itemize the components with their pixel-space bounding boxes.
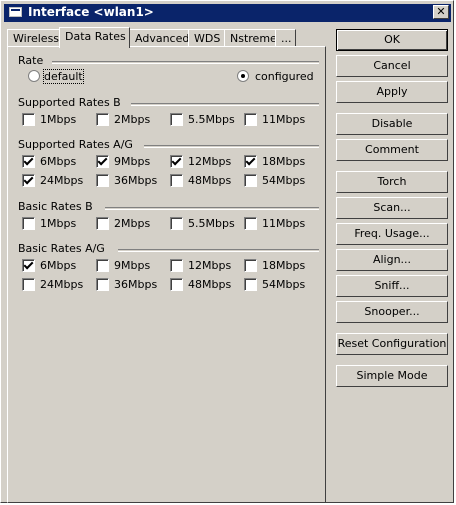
scan-button[interactable]: Scan...: [336, 197, 448, 219]
supported-b-label-2mbps: 2Mbps: [114, 113, 151, 126]
basic-ag-label-54mbps: 54Mbps: [262, 278, 306, 291]
supported-ag-label-12mbps: 12Mbps: [188, 155, 232, 168]
basic-ag-checkbox-9mbps[interactable]: [96, 259, 109, 272]
supported-ag-label-24mbps: 24Mbps: [40, 174, 84, 187]
supported-ag-label-36mbps: 36Mbps: [114, 174, 158, 187]
basic-ag-label-18mbps: 18Mbps: [262, 259, 306, 272]
basic-b-label-1mbps: 1Mbps: [40, 217, 77, 230]
rate-configured-label: configured: [255, 70, 314, 83]
supported-ag-label-48mbps: 48Mbps: [188, 174, 232, 187]
basic-ag-label-36mbps: 36Mbps: [114, 278, 158, 291]
align-button[interactable]: Align...: [336, 249, 448, 271]
simple-mode-button[interactable]: Simple Mode: [336, 365, 448, 387]
supported-b-label-11mbps: 11Mbps: [262, 113, 306, 126]
interface-window: Interface <wlan1> ✕ Wireless Data Rates …: [0, 0, 454, 503]
tab-advanced[interactable]: Advanced: [129, 29, 189, 47]
torch-button[interactable]: Torch: [336, 171, 448, 193]
rate-default-label: default: [43, 69, 84, 84]
supported-b-label-1mbps: 1Mbps: [40, 113, 77, 126]
rate-default-radio[interactable]: [28, 70, 40, 82]
supported-ag-checkbox-18mbps[interactable]: [244, 155, 257, 168]
basic-ag-checkbox-18mbps[interactable]: [244, 259, 257, 272]
supported-ag-checkbox-9mbps[interactable]: [96, 155, 109, 168]
supported-b-checkbox-1mbps[interactable]: [22, 113, 35, 126]
basic-ag-checkbox-12mbps[interactable]: [170, 259, 183, 272]
supported-b-checkbox-11mbps[interactable]: [244, 113, 257, 126]
supported-ag-checkbox-48mbps[interactable]: [170, 174, 183, 187]
basic-ag-checkbox-6mbps[interactable]: [22, 259, 35, 272]
comment-button[interactable]: Comment: [336, 139, 448, 161]
basic-b-group-title: Basic Rates B: [18, 200, 93, 213]
basic-b-checkbox-1mbps[interactable]: [22, 217, 35, 230]
apply-button[interactable]: Apply: [336, 81, 448, 103]
basic-ag-label-24mbps: 24Mbps: [40, 278, 84, 291]
ok-button[interactable]: OK: [336, 29, 448, 51]
tab-wds[interactable]: WDS: [188, 29, 225, 47]
basic-ag-label-9mbps: 9Mbps: [114, 259, 151, 272]
reset-configuration-button[interactable]: Reset Configuration: [336, 333, 448, 355]
basic-ag-divider: [118, 249, 319, 252]
basic-ag-group-title: Basic Rates A/G: [18, 242, 105, 255]
basic-b-checkbox-2mbps[interactable]: [96, 217, 109, 230]
basic-ag-checkbox-48mbps[interactable]: [170, 278, 183, 291]
supported-b-checkbox-2mbps[interactable]: [96, 113, 109, 126]
sniff-button[interactable]: Sniff...: [336, 275, 448, 297]
tab-nstreme[interactable]: Nstreme: [224, 29, 277, 47]
basic-ag-label-6mbps: 6Mbps: [40, 259, 77, 272]
basic-ag-checkbox-36mbps[interactable]: [96, 278, 109, 291]
close-button[interactable]: ✕: [433, 5, 449, 19]
supported-ag-checkbox-6mbps[interactable]: [22, 155, 35, 168]
supported-ag-label-54mbps: 54Mbps: [262, 174, 306, 187]
basic-ag-checkbox-24mbps[interactable]: [22, 278, 35, 291]
basic-b-label-2mbps: 2Mbps: [114, 217, 151, 230]
supported-b-checkbox-5-5mbps[interactable]: [170, 113, 183, 126]
supported-ag-divider: [143, 145, 319, 148]
basic-ag-label-12mbps: 12Mbps: [188, 259, 232, 272]
supported-b-group-title: Supported Rates B: [18, 96, 121, 109]
basic-b-label-5-5mbps: 5.5Mbps: [188, 217, 235, 230]
basic-b-divider: [105, 207, 319, 210]
supported-ag-group-title: Supported Rates A/G: [18, 138, 133, 151]
supported-ag-checkbox-24mbps[interactable]: [22, 174, 35, 187]
supported-ag-checkbox-36mbps[interactable]: [96, 174, 109, 187]
supported-ag-label-9mbps: 9Mbps: [114, 155, 151, 168]
basic-b-label-11mbps: 11Mbps: [262, 217, 306, 230]
disable-button[interactable]: Disable: [336, 113, 448, 135]
tab-data-rates[interactable]: Data Rates: [59, 27, 130, 48]
cancel-button[interactable]: Cancel: [336, 55, 448, 77]
rate-configured-radio[interactable]: [237, 70, 249, 82]
freq-usage-button[interactable]: Freq. Usage...: [336, 223, 448, 245]
basic-ag-label-48mbps: 48Mbps: [188, 278, 232, 291]
tab-wireless[interactable]: Wireless: [7, 29, 60, 47]
basic-ag-checkbox-54mbps[interactable]: [244, 278, 257, 291]
window-icon: [9, 7, 22, 17]
supported-ag-label-18mbps: 18Mbps: [262, 155, 306, 168]
window-title: Interface <wlan1>: [28, 5, 154, 19]
supported-ag-label-6mbps: 6Mbps: [40, 155, 77, 168]
supported-ag-checkbox-54mbps[interactable]: [244, 174, 257, 187]
basic-b-checkbox-5-5mbps[interactable]: [170, 217, 183, 230]
supported-b-label-5-5mbps: 5.5Mbps: [188, 113, 235, 126]
supported-b-divider: [130, 103, 319, 106]
rate-divider: [52, 61, 319, 64]
title-bar[interactable]: Interface <wlan1>: [4, 4, 451, 22]
basic-b-checkbox-11mbps[interactable]: [244, 217, 257, 230]
tab-more[interactable]: ...: [275, 29, 296, 47]
rate-group-title: Rate: [18, 54, 44, 67]
supported-ag-checkbox-12mbps[interactable]: [170, 155, 183, 168]
snooper-button[interactable]: Snooper...: [336, 301, 448, 323]
